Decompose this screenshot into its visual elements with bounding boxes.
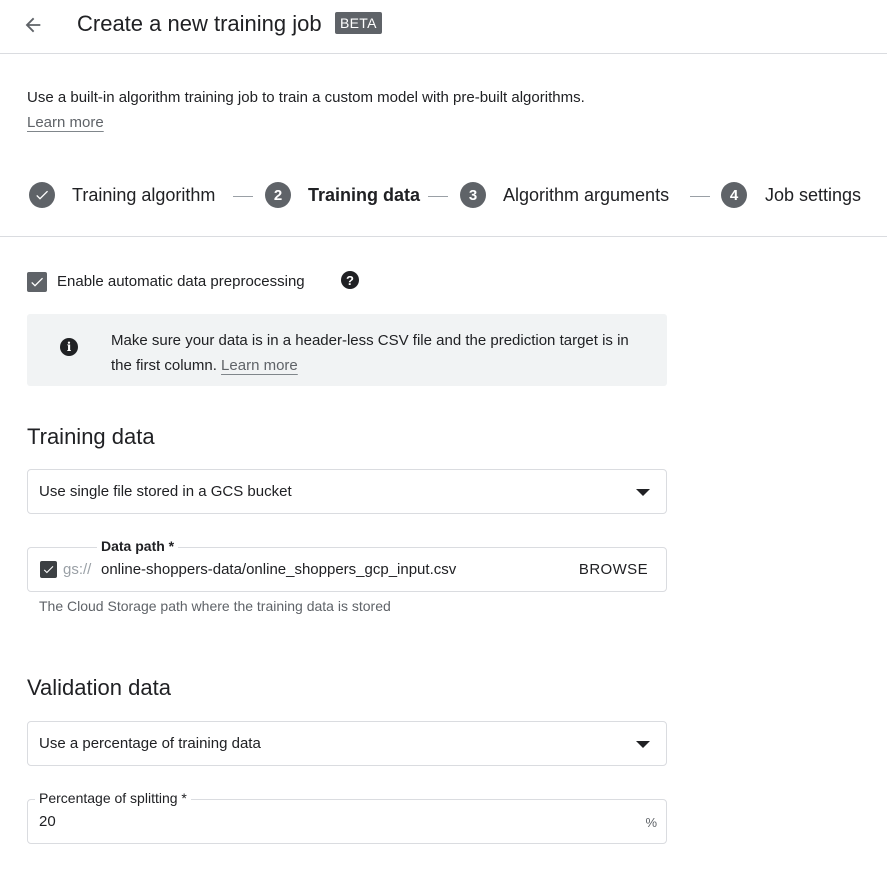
step-algorithm-arguments[interactable]: Algorithm arguments: [503, 185, 669, 206]
page-header: Create a new training job BETA: [0, 0, 887, 54]
percent-suffix: %: [645, 815, 657, 830]
step-1-check-icon: [29, 182, 55, 208]
page-title: Create a new training job: [77, 11, 322, 36]
stepper: Training algorithm 2 Training data 3 Alg…: [0, 175, 887, 215]
arrow-back-icon: [25, 17, 41, 33]
step-training-data[interactable]: Training data: [308, 185, 420, 206]
info-text: Make sure your data is in a header-less …: [111, 328, 651, 378]
data-path-label: Data path *: [97, 538, 179, 554]
data-path-input[interactable]: online-shoppers-data/online_shoppers_gcp…: [101, 561, 456, 578]
step-4-number: 4: [721, 182, 747, 208]
beta-badge: BETA: [335, 12, 382, 34]
training-data-heading: Training data: [27, 424, 155, 449]
gs-prefix: gs://: [63, 561, 92, 578]
info-callout: i Make sure your data is in a header-les…: [27, 314, 667, 386]
path-valid-check-icon: [40, 561, 57, 578]
info-message: Make sure your data is in a header-less …: [111, 332, 629, 374]
validation-data-source-value: Use a percentage of training data: [39, 735, 261, 752]
data-path-field[interactable]: Data path * gs:// online-shoppers-data/o…: [27, 538, 667, 592]
back-button[interactable]: [18, 10, 48, 40]
step-training-algorithm[interactable]: Training algorithm: [72, 185, 215, 206]
step-connector: [233, 196, 253, 197]
validation-data-heading: Validation data: [27, 675, 171, 700]
help-icon[interactable]: ?: [341, 271, 359, 289]
intro-text: Use a built-in algorithm training job to…: [27, 89, 585, 106]
split-percentage-input[interactable]: 20: [39, 813, 56, 830]
checkmark-icon: [31, 277, 43, 287]
training-data-source-value: Use single file stored in a GCS bucket: [39, 483, 292, 500]
intro-learn-more-link[interactable]: Learn more: [27, 114, 104, 131]
dropdown-arrow-icon: [636, 741, 650, 748]
divider: [0, 236, 887, 237]
preprocessing-checkbox[interactable]: [27, 272, 47, 292]
dropdown-arrow-icon: [636, 489, 650, 496]
step-job-settings[interactable]: Job settings: [765, 185, 861, 206]
step-connector: [690, 196, 710, 197]
step-2-number: 2: [265, 182, 291, 208]
step-connector: [428, 196, 448, 197]
preprocessing-label: Enable automatic data preprocessing: [57, 273, 305, 290]
step-3-number: 3: [460, 182, 486, 208]
split-percentage-label: Percentage of splitting *: [35, 790, 191, 806]
data-path-help: The Cloud Storage path where the trainin…: [39, 598, 391, 614]
info-learn-more-link[interactable]: Learn more: [221, 357, 298, 374]
validation-data-source-select[interactable]: Use a percentage of training data: [27, 721, 667, 766]
training-data-source-select[interactable]: Use single file stored in a GCS bucket: [27, 469, 667, 514]
info-icon: i: [60, 338, 78, 356]
browse-button[interactable]: BROWSE: [579, 561, 648, 578]
split-percentage-field[interactable]: Percentage of splitting * 20 %: [27, 790, 667, 844]
